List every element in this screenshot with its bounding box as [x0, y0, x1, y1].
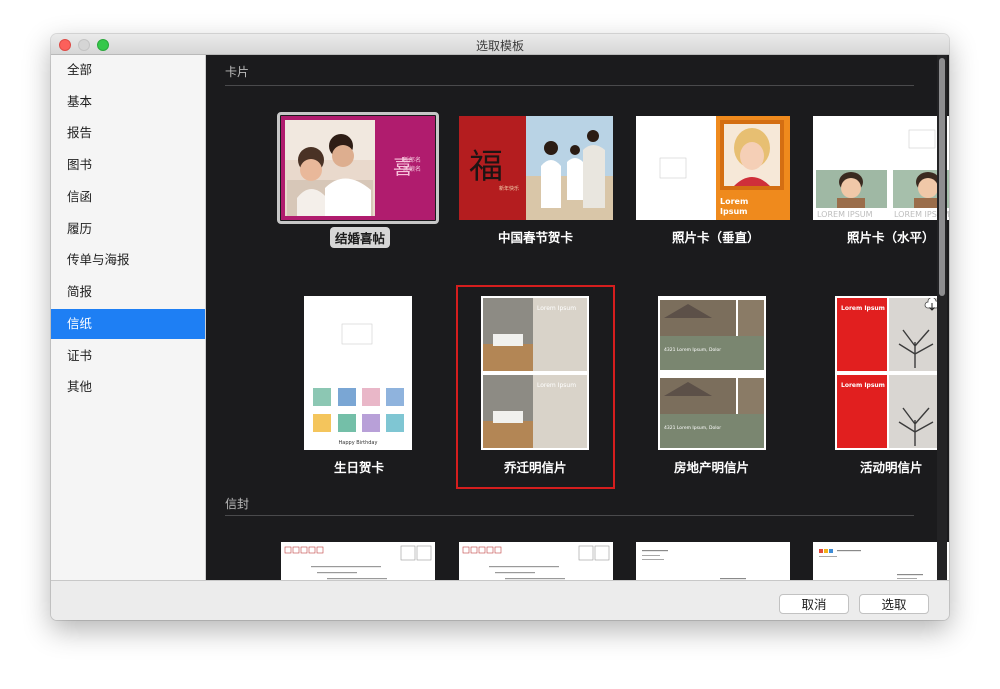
moving-heading-bottom: Lorem Ipsum	[537, 382, 576, 389]
template-label-wedding: 结婚喜帖	[330, 227, 391, 248]
section-title-cards: 卡片	[225, 65, 250, 79]
template-thumbnail: Lorem Ipsum Lorem Ipsum	[835, 296, 943, 450]
template-thumbnail: Happy Birthday	[304, 296, 412, 450]
section-divider	[225, 85, 914, 86]
photo-card-heading-line1: Lorem	[720, 197, 748, 206]
sidebar-item-newsletters[interactable]: 简报	[51, 277, 205, 307]
template-thumbnail: LOREM IPSUM LOREM IPSUM	[813, 116, 949, 220]
template-thumbnail: Lorem Ipsum Lorem Ipsum	[481, 296, 589, 450]
sidebar-item-basic[interactable]: 基本	[51, 87, 205, 117]
template-thumbnail: 喜 新郎名 新娘名	[281, 116, 435, 220]
template-label-birthday: 生日贺卡	[334, 460, 385, 475]
template-thumbnail	[459, 542, 613, 580]
template-thumbnail	[636, 542, 790, 580]
gallery-scrollbar-thumb[interactable]	[939, 58, 945, 296]
dialog-footer: 取消 选取	[51, 580, 949, 620]
template-thumbnail	[281, 542, 435, 580]
moving-heading-top: Lorem Ipsum	[537, 305, 576, 312]
spring-greeting-text: 新年快乐	[499, 185, 519, 192]
event-heading-bottom: Lorem Ipsum	[841, 382, 885, 389]
wedding-groom-name: 新郎名	[403, 156, 421, 164]
choose-button[interactable]: 选取	[859, 594, 929, 614]
sidebar-item-reports[interactable]: 报告	[51, 118, 205, 148]
template-thumbnail	[813, 542, 949, 580]
title-bar[interactable]: 选取模板	[51, 34, 949, 55]
sidebar-item-flyers-posters[interactable]: 传单与海报	[51, 245, 205, 275]
sidebar-item-resumes[interactable]: 履历	[51, 214, 205, 244]
category-sidebar: 全部 基本 报告 图书 信函 履历 传单与海报 简报 信纸 证书 其他	[51, 55, 206, 580]
window-title: 选取模板	[475, 39, 524, 53]
birthday-greeting-text: Happy Birthday	[339, 440, 378, 446]
template-label-event: 活动明信片	[860, 460, 923, 475]
template-thumbnail: 4321 Lorem Ipsum, Dolor 4321 Lorem Ipsum…	[658, 296, 766, 450]
template-thumbnail: Lorem Ipsum	[636, 116, 790, 220]
real-estate-address-bottom: 4321 Lorem Ipsum, Dolor	[664, 425, 721, 431]
photo-card-heading-line2: Ipsum	[720, 207, 748, 216]
template-thumbnail: 福 新年快乐	[459, 116, 613, 220]
sidebar-item-letters[interactable]: 信函	[51, 182, 205, 212]
wedding-bride-name: 新娘名	[403, 165, 421, 173]
sidebar-item-books[interactable]: 图书	[51, 150, 205, 180]
sidebar-item-miscellaneous[interactable]: 其他	[51, 372, 205, 402]
template-label-moving: 乔迁明信片	[504, 460, 567, 475]
sidebar-item-all[interactable]: 全部	[51, 55, 205, 85]
section-divider	[225, 515, 914, 516]
event-heading-top: Lorem Ipsum	[841, 305, 885, 312]
template-label-real-estate: 房地产明信片	[674, 460, 750, 475]
template-chooser-window: 选取模板 全部 基本 报告 图书 信函 履历 传单与海报 简报 信纸 证书 其他…	[51, 34, 949, 620]
template-label-photo-horizontal: 照片卡（水平）	[847, 230, 935, 245]
sidebar-item-stationery[interactable]: 信纸	[51, 309, 205, 339]
photo-h-caption-left: LOREM IPSUM	[817, 210, 873, 219]
template-label-photo-vertical: 照片卡（垂直）	[672, 230, 760, 245]
sidebar-item-certificates[interactable]: 证书	[51, 341, 205, 371]
template-label-spring-festival: 中国春节贺卡	[498, 230, 574, 245]
cancel-button[interactable]: 取消	[779, 594, 849, 614]
template-gallery: 卡片 喜 新郎名 新娘名 结婚喜帖 福 新年快乐 中国春节贺卡 Lorem Ip…	[206, 55, 949, 580]
real-estate-address-top: 4321 Lorem Ipsum, Dolor	[664, 347, 721, 353]
spring-fortune-character: 福	[469, 147, 503, 187]
section-title-envelopes: 信封	[225, 497, 250, 511]
